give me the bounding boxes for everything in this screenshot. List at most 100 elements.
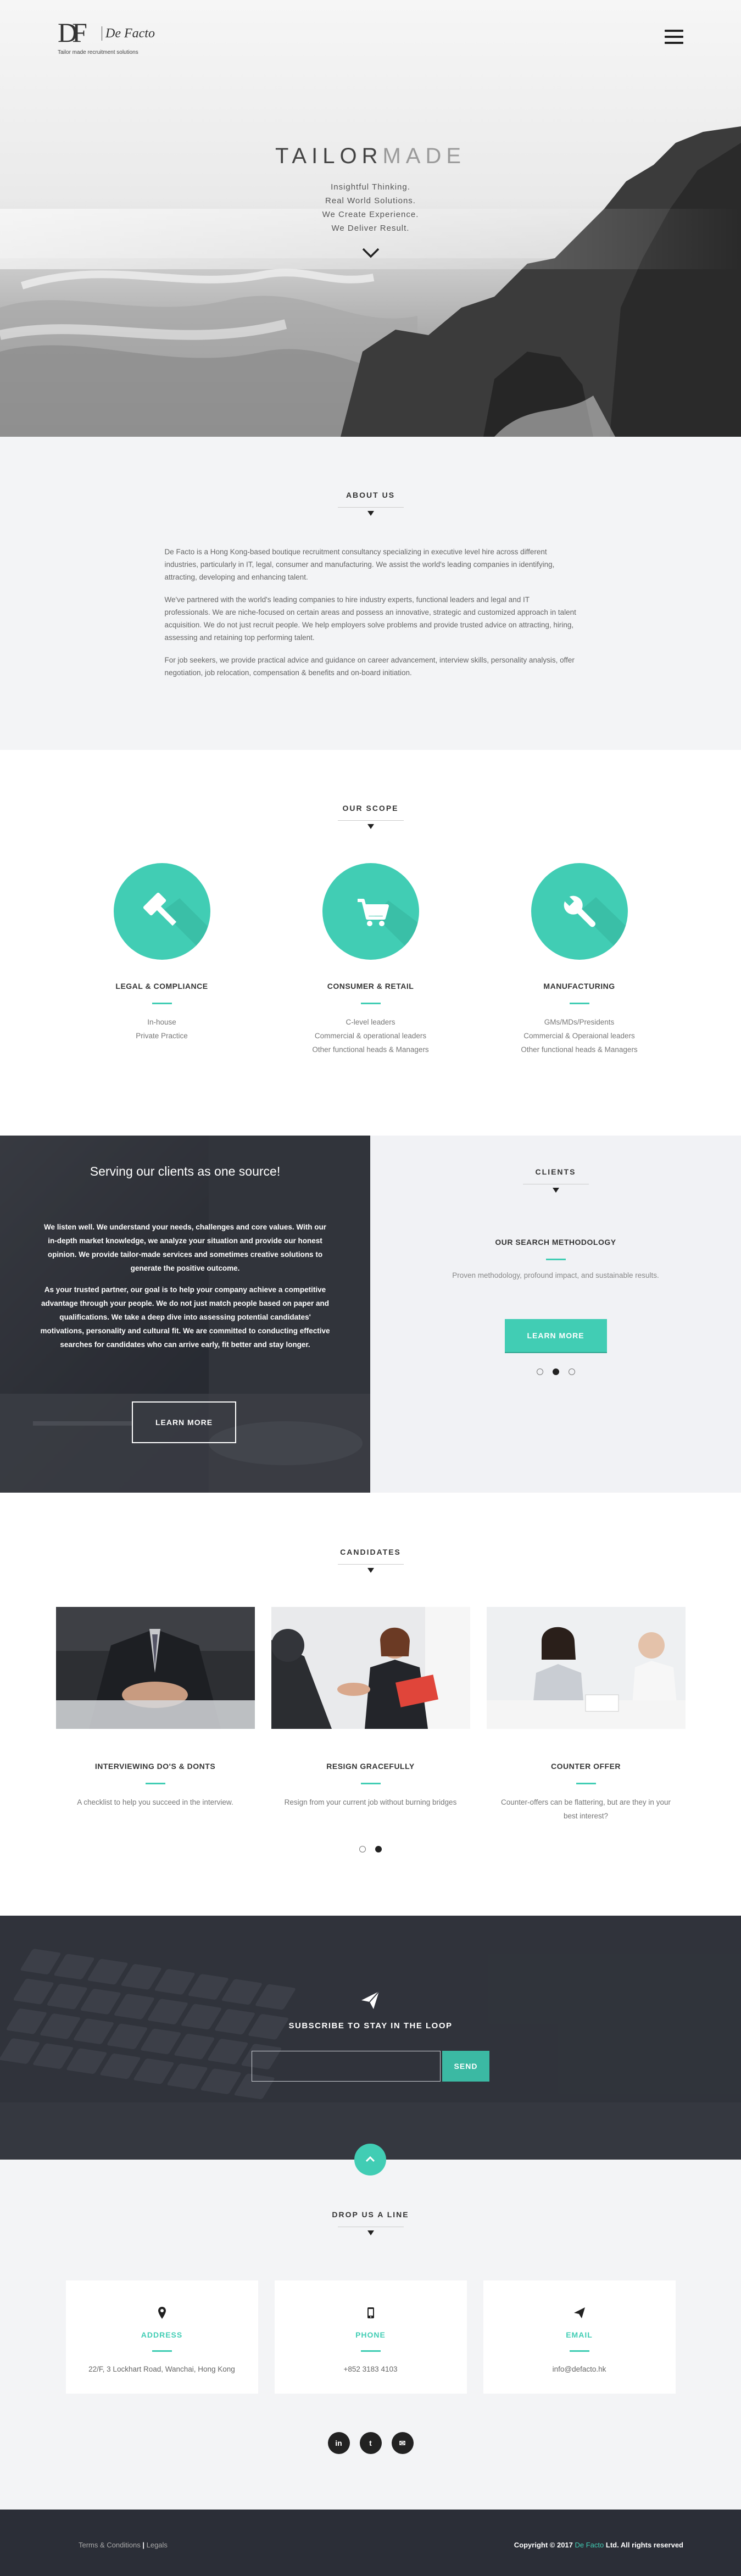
candidate-card-counter-offer[interactable]: COUNTER OFFER Counter-offers can be flat…: [486, 1607, 686, 1823]
triangle-down-icon: [367, 824, 374, 829]
footer-separator: |: [142, 2541, 144, 2549]
brand-logo[interactable]: DF De Facto Tailor made recruitment solu…: [58, 19, 168, 63]
subscribe-overlay: [0, 1916, 741, 2160]
carousel-dot-active[interactable]: [375, 1846, 382, 1852]
candidate-image: [55, 1607, 255, 1729]
chevron-down-icon[interactable]: [362, 246, 380, 259]
office-meeting-image: [271, 1607, 470, 1729]
subscribe-send-button[interactable]: SEND: [442, 2051, 489, 2082]
about-paragraph: De Facto is a Hong Kong-based boutique r…: [164, 548, 555, 581]
candidate-image: [486, 1607, 686, 1729]
candidates-carousel-dots: [0, 1846, 741, 1852]
section-title: CLIENTS: [535, 1167, 576, 1176]
scope-list-item: Other functional heads & Managers: [521, 1045, 638, 1054]
section-title: CANDIDATES: [340, 1548, 401, 1556]
gavel-icon: [143, 892, 210, 960]
accent-divider: [545, 1259, 566, 1260]
clients-panel: CLIENTS OUR SEARCH METHODOLOGY Proven me…: [370, 1136, 741, 1493]
section-title: OUR SCOPE: [342, 804, 399, 813]
scope-list-item: C-level leaders: [346, 1018, 395, 1026]
scope-circle: [322, 863, 419, 960]
cart-icon: [357, 899, 419, 960]
footer: Terms & Conditions | Legals Copyright © …: [0, 2510, 741, 2576]
hero-tagline: Insightful Thinking. Real World Solution…: [0, 180, 741, 235]
candidate-heading: INTERVIEWING DO'S & DONTS: [94, 1762, 216, 1771]
scope-list-item: Other functional heads & Managers: [312, 1045, 429, 1054]
accent-divider: [152, 2350, 172, 2352]
wrench-icon: [562, 894, 628, 960]
accent-divider: [576, 1783, 596, 1784]
contact-phone[interactable]: +852 3183 4103: [275, 2365, 467, 2373]
hero-line: We Deliver Result.: [331, 224, 410, 233]
logo-name: De Facto: [102, 26, 155, 41]
footer-links: Terms & Conditions | Legals: [79, 2541, 168, 2549]
scope-list-item: GMs/MDs/Presidents: [544, 1018, 615, 1026]
chevron-up-icon: [365, 2156, 375, 2162]
serving-learn-more-button[interactable]: LEARN MORE: [132, 1401, 236, 1443]
hero-line: Real World Solutions.: [325, 196, 416, 205]
logo-mark: DF: [58, 17, 87, 48]
contact-section: DROP US A LINE ADDRESS 22/F, 3 Lockhart …: [0, 2144, 741, 2510]
terms-link[interactable]: Terms & Conditions: [79, 2541, 141, 2549]
contact-card-email: EMAIL info@defacto.hk: [483, 2280, 676, 2394]
scope-list-item: Private Practice: [136, 1032, 188, 1040]
copyright-suffix: Ltd. All rights reserved: [605, 2541, 683, 2549]
section-divider: [337, 1564, 404, 1575]
contact-heading: EMAIL: [566, 2330, 593, 2339]
copyright-prefix: Copyright © 2017: [514, 2541, 573, 2549]
legals-link[interactable]: Legals: [147, 2541, 168, 2549]
paper-plane-icon: [361, 1991, 380, 2009]
scope-list: GMs/MDs/Presidents Commercial & Operaion…: [475, 1015, 684, 1056]
map-marker-icon: [158, 2307, 166, 2319]
copyright: Copyright © 2017 De Facto Ltd. All right…: [514, 2541, 683, 2549]
serving-panel: Serving our clients as one source! We li…: [0, 1136, 370, 1493]
hamburger-icon[interactable]: [665, 30, 683, 45]
triangle-down-icon: [552, 1188, 559, 1193]
scope-heading: CONSUMER & RETAIL: [327, 982, 414, 991]
accent-divider: [360, 1783, 381, 1784]
accent-divider: [360, 2350, 381, 2352]
clients-description: Proven methodology, profound impact, and…: [452, 1271, 659, 1279]
subscribe-email-input[interactable]: [252, 2051, 441, 2082]
triangle-down-icon: [367, 511, 374, 516]
scope-item-manufacturing: MANUFACTURING GMs/MDs/Presidents Commerc…: [475, 863, 684, 1056]
clients-learn-more-button[interactable]: LEARN MORE: [504, 1319, 607, 1352]
hero-title-part1: TAILOR: [275, 144, 383, 168]
linkedin-icon[interactable]: in: [327, 2432, 350, 2454]
logo-tagline: Tailor made recruitment solutions: [58, 49, 138, 55]
scope-list: C-level leaders Commercial & operational…: [266, 1015, 475, 1056]
twitter-icon[interactable]: t: [359, 2432, 382, 2454]
about-body: De Facto is a Hong Kong-based boutique r…: [165, 546, 577, 679]
section-divider: [337, 2227, 404, 2238]
clients-subtitle: OUR SEARCH METHODOLOGY: [495, 1238, 616, 1247]
candidate-card-resign[interactable]: RESIGN GRACEFULLY Resign from your curre…: [271, 1607, 470, 1823]
accent-divider: [152, 1003, 172, 1004]
scope-heading: LEGAL & COMPLIANCE: [115, 982, 208, 991]
back-to-top-button[interactable]: [354, 2144, 386, 2176]
hero-line: Insightful Thinking.: [331, 182, 410, 192]
scope-item-legal: LEGAL & COMPLIANCE In-house Private Prac…: [58, 863, 266, 1056]
candidate-card-interviewing[interactable]: INTERVIEWING DO'S & DONTS A checklist to…: [55, 1607, 255, 1823]
serving-paragraph: As your trusted partner, our goal is to …: [40, 1286, 330, 1349]
social-links: in t ✉: [0, 2432, 741, 2454]
carousel-dot[interactable]: [359, 1846, 366, 1852]
section-divider: [522, 1184, 589, 1195]
carousel-dot-active[interactable]: [552, 1368, 559, 1375]
candidate-image: [271, 1607, 470, 1729]
accent-divider: [569, 2350, 589, 2352]
hero: DF De Facto Tailor made recruitment solu…: [0, 0, 741, 437]
section-divider: [337, 820, 404, 831]
about-paragraph: For job seekers, we provide practical ad…: [164, 656, 575, 677]
candidate-text: Resign from your current job without bur…: [284, 1798, 457, 1806]
carousel-dot[interactable]: [568, 1368, 575, 1375]
envelope-icon[interactable]: ✉: [391, 2432, 414, 2454]
carousel-dot[interactable]: [536, 1368, 543, 1375]
handshake-suit-image: [55, 1607, 255, 1729]
mobile-phone-icon: [367, 2307, 374, 2318]
scope-list-item: Commercial & operational leaders: [314, 1032, 427, 1040]
contact-heading: ADDRESS: [141, 2330, 183, 2339]
triangle-down-icon: [367, 1568, 374, 1573]
copyright-brand: De Facto: [575, 2541, 604, 2549]
serving-clients-section: Serving our clients as one source! We li…: [0, 1136, 741, 1493]
contact-email[interactable]: info@defacto.hk: [483, 2365, 676, 2373]
